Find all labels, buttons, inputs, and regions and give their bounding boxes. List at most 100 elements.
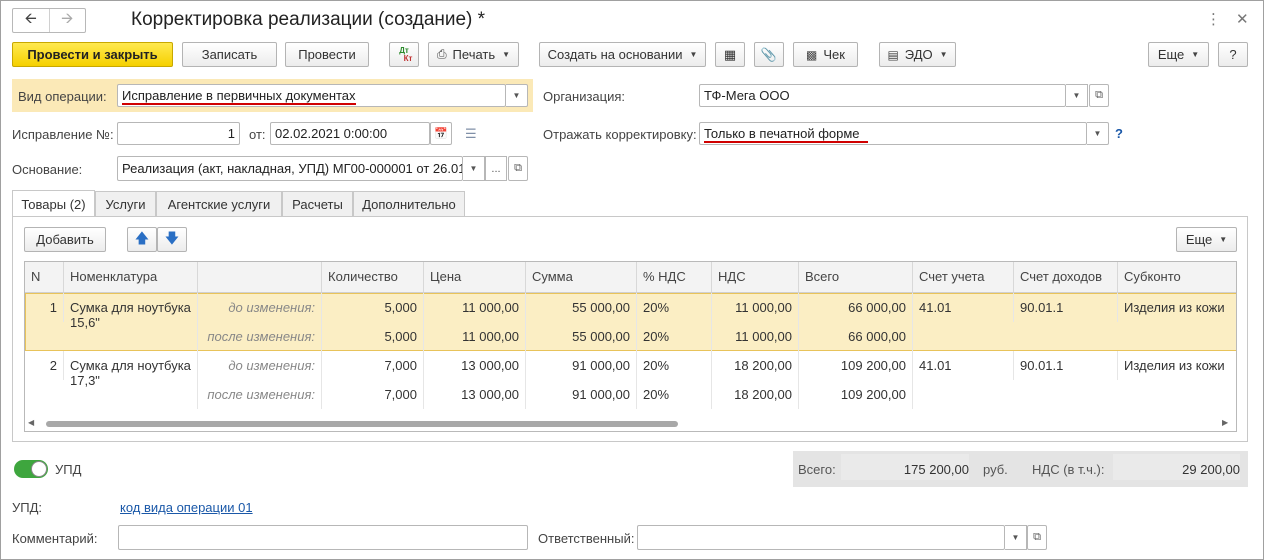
op-type-field[interactable]: Исправление в первичных документах [117, 84, 506, 107]
table-cell-income[interactable]: 90.01.1 [1014, 351, 1118, 380]
table-cell-qty[interactable]: 5,000 [322, 322, 424, 351]
tab-additional[interactable]: Дополнительно [353, 191, 465, 216]
select-more-button[interactable]: ... [485, 156, 507, 181]
table-cell-name[interactable]: Сумка для ноутбука 15,6" [64, 293, 198, 351]
correction-no-field[interactable]: 1 [117, 122, 240, 145]
menu-dots-icon[interactable]: ⋮ [1206, 10, 1221, 28]
table-cell-qty[interactable]: 7,000 [322, 351, 424, 380]
table-cell-vat-rate[interactable]: 20% [637, 380, 712, 409]
comment-input[interactable] [118, 525, 528, 550]
create-based-on-button[interactable]: Создать на основании ▼ [539, 42, 706, 67]
table-cell-income[interactable]: 90.01.1 [1014, 293, 1118, 322]
table-cell-account[interactable]: 41.01 [913, 351, 1014, 380]
open-icon[interactable]: ⧉ [508, 156, 528, 181]
col-header-vat[interactable]: НДС [712, 262, 799, 293]
calendar-icon[interactable]: 📅 [430, 122, 452, 145]
attachment-icon[interactable]: 📎 [754, 42, 784, 67]
op-type-label: Вид операции: [18, 89, 107, 104]
table-cell-total[interactable]: 109 200,00 [799, 351, 913, 380]
tab-goods[interactable]: Товары (2) [12, 190, 95, 217]
table-cell-vat[interactable]: 11 000,00 [712, 293, 799, 322]
org-field[interactable]: ТФ-Мега ООО [699, 84, 1066, 107]
save-button[interactable]: Записать [182, 42, 277, 67]
forward-arrow-icon[interactable]: 🡪 [48, 9, 86, 32]
table-cell-subconto[interactable]: Изделия из кожи [1118, 293, 1236, 322]
table-cell-price[interactable]: 11 000,00 [424, 293, 526, 322]
table-cell-vat[interactable]: 18 200,00 [712, 351, 799, 380]
scroll-left-icon[interactable]: ◀ [28, 418, 34, 427]
col-header-change[interactable] [198, 262, 322, 293]
table-cell-price[interactable]: 11 000,00 [424, 322, 526, 351]
col-header-nomenclature[interactable]: Номенклатура [64, 262, 198, 293]
move-down-icon[interactable]: 🡇 [157, 227, 187, 252]
check-button[interactable]: ▩ Чек [793, 42, 858, 67]
table-cell-qty[interactable]: 5,000 [322, 293, 424, 322]
post-button[interactable]: Провести [285, 42, 369, 67]
print-label: Печать [452, 47, 496, 62]
col-header-income[interactable]: Счет доходов [1014, 262, 1118, 293]
structure-icon[interactable]: ▦ [715, 42, 745, 67]
table-row-number[interactable]: 1 [25, 293, 64, 322]
open-icon[interactable]: ⧉ [1089, 84, 1109, 107]
chevron-down-icon[interactable]: ▼ [1087, 122, 1109, 145]
col-header-qty[interactable]: Количество [322, 262, 424, 293]
table-row-number[interactable]: 2 [25, 351, 64, 380]
move-up-icon[interactable]: 🡅 [127, 227, 157, 252]
date-field[interactable]: 02.02.2021 0:00:00 [270, 122, 430, 145]
chevron-down-icon[interactable]: ▼ [463, 156, 485, 181]
table-cell-vat-rate[interactable]: 20% [637, 293, 712, 322]
chevron-down-icon[interactable]: ▼ [1005, 525, 1027, 550]
scroll-right-icon[interactable]: ▶ [1222, 418, 1228, 427]
table-cell-vat-rate[interactable]: 20% [637, 322, 712, 351]
open-icon[interactable]: ⧉ [1027, 525, 1047, 550]
table-more-button[interactable]: Еще ▼ [1176, 227, 1237, 252]
table-cell-price[interactable]: 13 000,00 [424, 351, 526, 380]
scrollbar-thumb[interactable] [46, 421, 678, 427]
table-cell-total[interactable]: 66 000,00 [799, 322, 913, 351]
table-cell-account[interactable]: 41.01 [913, 293, 1014, 322]
post-and-close-button[interactable]: Провести и закрыть [12, 42, 173, 67]
basis-field[interactable]: Реализация (акт, накладная, УПД) МГ00-00… [117, 156, 463, 181]
dt-kt-button[interactable]: Дт Кт [389, 42, 419, 67]
add-row-button[interactable]: Добавить [24, 227, 106, 252]
col-header-sum[interactable]: Сумма [526, 262, 637, 293]
table-cell-sum[interactable]: 55 000,00 [526, 322, 637, 351]
col-header-n[interactable]: N [25, 262, 64, 293]
table-cell-price[interactable]: 13 000,00 [424, 380, 526, 409]
help-icon[interactable]: ? [1115, 126, 1123, 141]
table-cell-total[interactable]: 66 000,00 [799, 293, 913, 322]
reflect-field[interactable]: Только в печатной форме [699, 122, 1087, 145]
edo-button[interactable]: ▤ ЭДО ▼ [879, 42, 956, 67]
table-cell-name[interactable]: Сумка для ноутбука 17,3" [64, 351, 198, 409]
responsible-field[interactable] [637, 525, 1005, 550]
horizontal-scrollbar[interactable]: ◀ ▶ [24, 417, 1237, 431]
col-header-vat-rate[interactable]: % НДС [637, 262, 712, 293]
notes-icon[interactable]: ☰ [465, 126, 477, 142]
table-cell-total[interactable]: 109 200,00 [799, 380, 913, 409]
table-cell-vat[interactable]: 18 200,00 [712, 380, 799, 409]
table-cell-vat[interactable]: 11 000,00 [712, 322, 799, 351]
col-header-price[interactable]: Цена [424, 262, 526, 293]
col-header-subconto[interactable]: Субконто [1118, 262, 1236, 293]
close-icon[interactable]: ✕ [1236, 10, 1249, 28]
upd-op-code-link[interactable]: код вида операции 01 [120, 500, 253, 515]
currency-label: руб. [983, 462, 1008, 477]
help-button[interactable]: ? [1218, 42, 1248, 67]
back-arrow-icon[interactable]: 🡨 [13, 9, 49, 32]
table-cell-sum[interactable]: 91 000,00 [526, 380, 637, 409]
print-button[interactable]: ⎙ Печать ▼ [428, 42, 519, 67]
tab-agent-services[interactable]: Агентские услуги [156, 191, 282, 216]
table-cell-subconto[interactable]: Изделия из кожи [1118, 351, 1236, 380]
upd-toggle[interactable] [14, 460, 48, 478]
table-cell-vat-rate[interactable]: 20% [637, 351, 712, 380]
col-header-total[interactable]: Всего [799, 262, 913, 293]
table-cell-sum[interactable]: 55 000,00 [526, 293, 637, 322]
chevron-down-icon[interactable]: ▼ [1066, 84, 1088, 107]
tab-payments[interactable]: Расчеты [282, 191, 353, 216]
chevron-down-icon[interactable]: ▼ [506, 84, 528, 107]
table-cell-qty[interactable]: 7,000 [322, 380, 424, 409]
more-button[interactable]: Еще ▼ [1148, 42, 1209, 67]
col-header-account[interactable]: Счет учета [913, 262, 1014, 293]
tab-services[interactable]: Услуги [95, 191, 156, 216]
table-cell-sum[interactable]: 91 000,00 [526, 351, 637, 380]
